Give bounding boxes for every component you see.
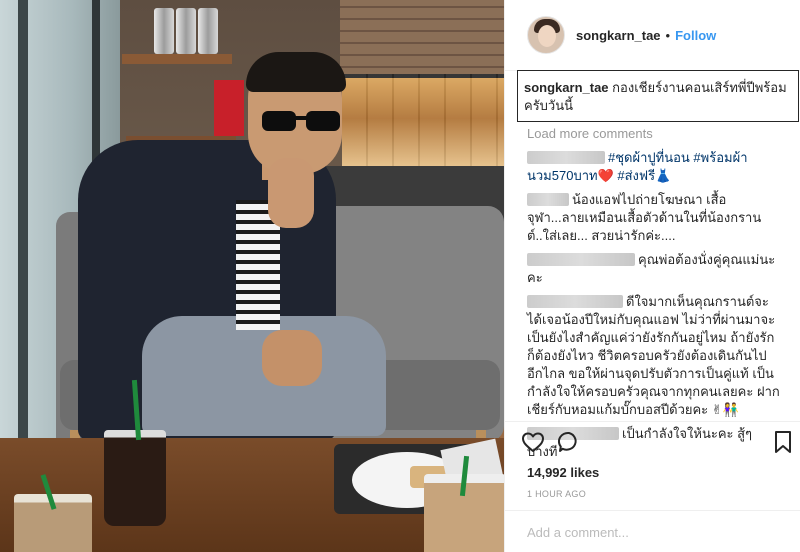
actions-divider xyxy=(505,421,800,422)
blurred-username[interactable] xyxy=(527,151,605,164)
comment-item: คุณพ่อต้องนั่งคู่คุณแม่นะคะ xyxy=(527,251,781,287)
comment-item: น้องแอฟไปถ่ายโฆษณา เสื้อ จุฬา...ลายเหมือ… xyxy=(527,191,781,245)
post-photo[interactable] xyxy=(0,0,504,552)
comments-list: Load more comments #ชุดผ้าปูที่นอน #พร้อ… xyxy=(527,125,781,467)
post-sidebar: songkarn_tae • Follow songkarn_tae กองเช… xyxy=(504,0,800,552)
composer-divider xyxy=(505,510,800,511)
heart-icon[interactable] xyxy=(521,430,545,454)
blurred-username[interactable] xyxy=(527,193,569,206)
comment-item: #ชุดผ้าปูที่นอน #พร้อมผ้านวม570บาท❤️ #ส่… xyxy=(527,149,781,185)
comment-icon[interactable] xyxy=(557,430,581,454)
bookmark-icon[interactable] xyxy=(773,430,793,454)
load-more-comments-button[interactable]: Load more comments xyxy=(527,125,781,143)
comment-text: ดีใจมากเห็นคุณกรานต์จะได้เจอน้องปีใหม่กั… xyxy=(527,294,780,417)
avatar[interactable] xyxy=(527,16,565,54)
add-comment-input[interactable] xyxy=(527,523,783,541)
header-username[interactable]: songkarn_tae xyxy=(576,28,661,43)
likes-count[interactable]: 14,992 likes xyxy=(527,465,599,480)
caption: songkarn_tae กองเชียร์งานคอนเสิร์ทพี่ปีพ… xyxy=(517,70,799,122)
header-separator: • xyxy=(665,27,671,43)
post-timestamp[interactable]: 1 HOUR AGO xyxy=(527,489,586,499)
comment-item: ดีใจมากเห็นคุณกรานต์จะได้เจอน้องปีใหม่กั… xyxy=(527,293,781,419)
follow-button[interactable]: Follow xyxy=(675,28,716,43)
blurred-username[interactable] xyxy=(527,295,623,308)
blurred-username[interactable] xyxy=(527,253,635,266)
caption-username[interactable]: songkarn_tae xyxy=(524,80,609,95)
post-header: songkarn_tae • Follow xyxy=(505,0,800,70)
action-bar xyxy=(521,430,793,458)
